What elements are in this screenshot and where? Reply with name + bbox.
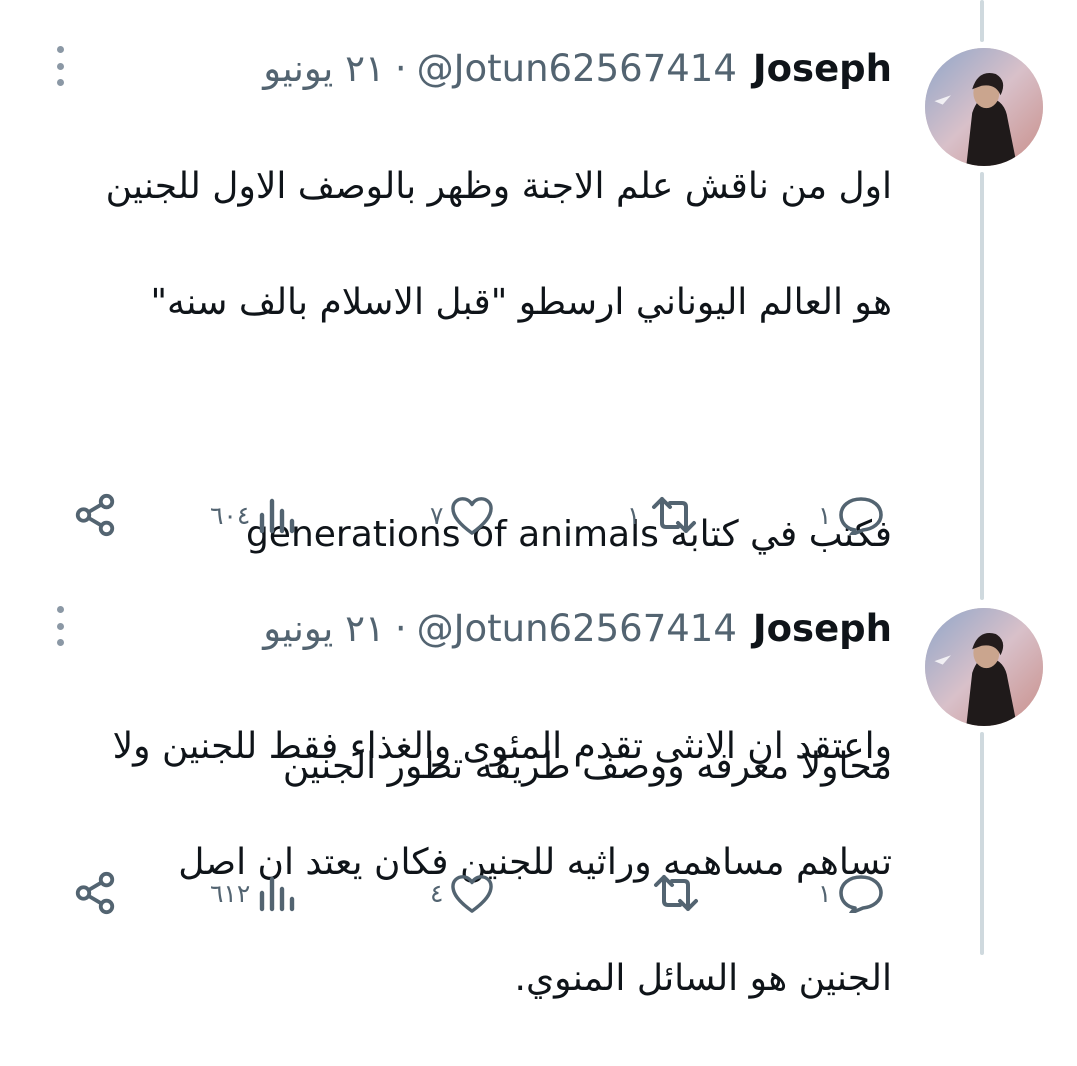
- views-button[interactable]: ٦١٢: [210, 868, 296, 918]
- share-button[interactable]: [72, 868, 118, 918]
- tweet-text: واعتقد ان الانثى تقدم المئوى والغذاء فقط…: [52, 660, 892, 1066]
- author-name[interactable]: Joseph: [753, 47, 892, 90]
- author-name[interactable]: Joseph: [753, 607, 892, 650]
- tweet-header: ٢١ يونيو · @Jotun62567414 Joseph: [263, 46, 892, 90]
- avatar[interactable]: [925, 48, 1043, 166]
- more-vertical-icon[interactable]: [52, 46, 68, 86]
- retweet-icon: [652, 497, 697, 533]
- tweet-header: ٢١ يونيو · @Jotun62567414 Joseph: [263, 606, 892, 650]
- tweet-line: هو العالم اليوناني ارسطو "قبل الاسلام با…: [150, 282, 892, 323]
- retweet-count: ١: [627, 500, 641, 530]
- thread-line-top: [980, 0, 984, 42]
- avatar-image: [925, 608, 1043, 726]
- date-separator: ·: [394, 46, 407, 90]
- tweet-line: [52, 390, 892, 448]
- share-button[interactable]: [72, 490, 118, 540]
- retweet-button[interactable]: ١: [627, 490, 702, 540]
- tweet-actions: ١ ٤ ٦١٢: [0, 868, 1077, 918]
- author-handle[interactable]: @Jotun62567414: [417, 607, 737, 650]
- share-icon: [75, 871, 115, 915]
- tweet-actions: ١ ١ ٧ ٦٠٤: [0, 490, 1077, 540]
- tweet-line: الجنين هو السائل المنوي.: [514, 958, 892, 999]
- avatar[interactable]: [925, 608, 1043, 726]
- tweet-date[interactable]: ٢١ يونيو: [263, 47, 385, 90]
- like-button[interactable]: ٤: [430, 868, 495, 918]
- tweet-date[interactable]: ٢١ يونيو: [263, 607, 385, 650]
- tweet-line: اول من ناقش علم الاجنة وظهر بالوصف الاول…: [105, 166, 892, 207]
- reply-count: ١: [818, 500, 832, 530]
- views-count: ٦٠٤: [210, 500, 251, 530]
- like-icon: [451, 875, 494, 913]
- reply-icon: [839, 875, 884, 913]
- reply-count: ١: [818, 878, 832, 908]
- reply-icon: [839, 497, 884, 535]
- like-count: ٧: [430, 500, 444, 530]
- views-count: ٦١٢: [210, 878, 251, 908]
- views-icon: [260, 876, 295, 912]
- views-icon: [260, 498, 295, 534]
- share-icon: [75, 493, 115, 537]
- author-handle[interactable]: @Jotun62567414: [417, 47, 737, 90]
- retweet-icon: [654, 875, 698, 911]
- views-button[interactable]: ٦٠٤: [210, 490, 296, 540]
- like-button[interactable]: ٧: [430, 490, 495, 540]
- date-separator: ·: [394, 606, 407, 650]
- like-count: ٤: [430, 878, 444, 908]
- thread-line-2: [980, 732, 984, 955]
- reply-button[interactable]: ١: [818, 490, 885, 540]
- avatar-image: [925, 48, 1043, 166]
- more-vertical-icon[interactable]: [52, 606, 68, 646]
- reply-button[interactable]: ١: [818, 868, 885, 918]
- tweet-line: واعتقد ان الانثى تقدم المئوى والغذاء فقط…: [112, 726, 892, 767]
- like-icon: [451, 497, 494, 535]
- retweet-button[interactable]: [642, 868, 704, 918]
